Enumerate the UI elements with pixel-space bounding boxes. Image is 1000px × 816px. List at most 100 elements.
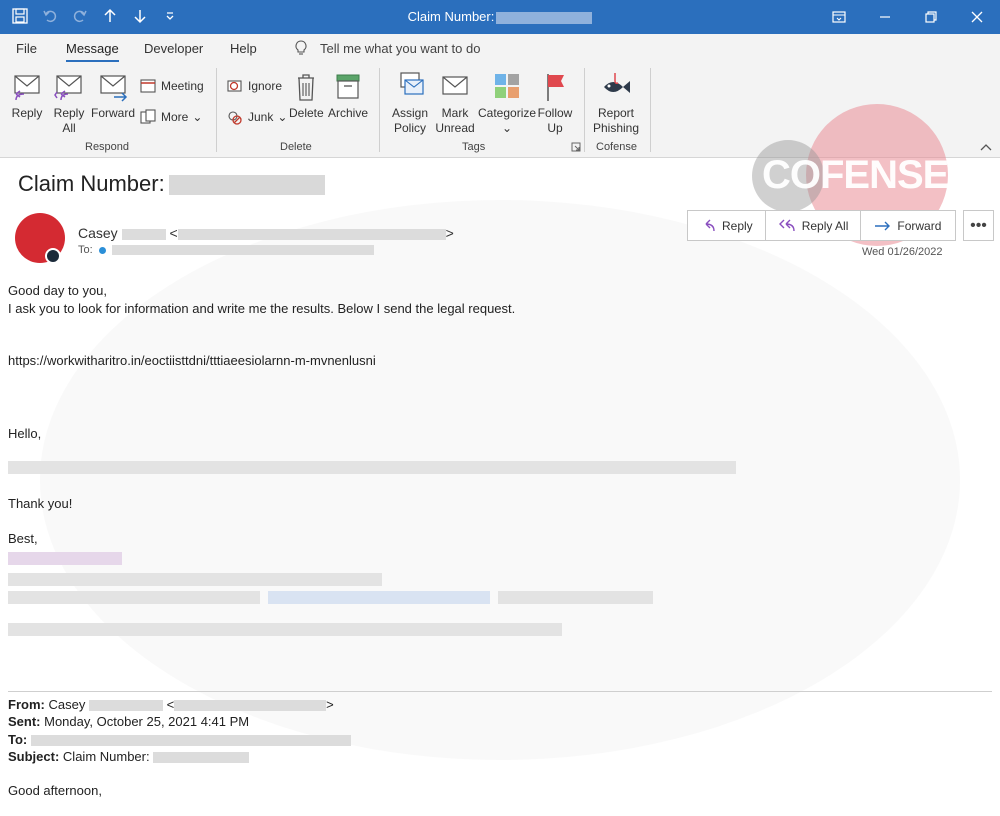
window-controls [816,0,1000,34]
to-line: To: [78,244,374,256]
forward-label: Forward [91,106,136,120]
restore-icon[interactable] [908,0,954,34]
redacted-text [496,11,593,24]
chevron-down-icon: ⌄ [192,110,203,124]
tab-file[interactable]: File [16,41,37,56]
archive-label: Archive [328,106,369,120]
from-label: From: [8,697,45,712]
sent-label: Sent: [8,714,41,729]
reply-all-arrow-icon [778,219,795,231]
more-icon [140,109,156,124]
forwarded-to: To: [8,732,351,747]
mark-unread-label: Mark Unread [435,106,475,135]
more-respond-button[interactable]: More ⌄ [139,108,202,126]
tab-developer[interactable]: Developer [144,41,203,56]
forwarded-from: From: Casey < > [8,697,334,712]
meeting-icon [140,79,156,93]
close-icon[interactable] [954,0,1000,34]
title-bar: Claim Number: [0,0,1000,34]
sent-value: Monday, October 25, 2021 4:41 PM [44,714,250,729]
separator [379,68,380,152]
redacted-signature-title [8,573,382,586]
follow-up-button[interactable]: Follow Up [537,70,573,136]
ribbon-display-icon[interactable] [816,0,862,34]
body-greeting: Good day to you, [8,283,108,298]
ignore-icon [227,80,242,92]
mark-unread-button[interactable]: Mark Unread [435,70,475,136]
chevron-down-icon: ⌄ [277,110,288,124]
header-forward-label: Forward [897,218,942,233]
tab-message[interactable]: Message [66,41,119,62]
redacted-signature-footer [8,623,562,636]
minimize-icon[interactable] [862,0,908,34]
fish-hook-icon [604,73,630,93]
forward-arrow-icon [875,221,891,230]
forward-button[interactable]: Forward [91,70,135,121]
reply-button[interactable]: Reply [10,70,44,121]
redacted-email [177,228,446,240]
separator [216,68,217,152]
group-label-cofense: Cofense [596,141,637,153]
header-reply-all-label: Reply All [801,218,849,233]
window-title-text: Claim Number: [407,9,495,24]
redacted-signature-contact [8,591,260,604]
forwarded-sent: Sent: Monday, October 25, 2021 4:41 PM [8,714,249,729]
to-label: To: [8,732,28,747]
header-reply-all-button[interactable]: Reply All [766,211,862,240]
sender-line[interactable]: Casey < > [78,225,454,241]
cofense-watermark-text: COFENSE [762,153,949,197]
body-thanks: Thank you! [8,496,73,511]
more-actions-button[interactable]: ••• [963,210,994,241]
presence-status-icon [45,248,61,264]
categorize-label: Categorize [478,106,537,120]
redacted-signature-phone [498,591,653,604]
mark-unread-icon [442,76,468,95]
message-actions: Reply Reply All Forward [687,210,957,241]
assign-policy-button[interactable]: Assign Policy [388,70,432,136]
body-url-link[interactable]: https://workwitharitro.in/eoctiisttdni/t… [8,353,376,368]
group-label-tags: Tags [462,141,486,153]
reply-all-button[interactable]: Reply All [52,70,86,136]
group-label-delete: Delete [280,141,312,153]
ignore-button[interactable]: Ignore [226,77,282,95]
message-date: Wed 01/26/2022 [862,246,943,258]
assign-policy-label: Assign Policy [391,106,429,135]
delete-button[interactable]: Delete [289,70,324,121]
forwarded-subject: Subject: Claim Number: [8,749,250,764]
meeting-button[interactable]: Meeting [139,77,204,95]
header-reply-button[interactable]: Reply [688,211,766,240]
subject-label: Subject: [8,749,60,764]
subject-text: Claim Number: [18,171,165,196]
tell-me-box[interactable]: Tell me what you want to do [294,40,480,56]
redacted-paragraph [8,461,736,474]
categorize-button[interactable]: Categorize ⌄ [478,70,536,136]
forward-divider [8,691,992,692]
redacted-recipient [30,735,351,747]
collapse-ribbon-icon[interactable] [980,142,992,152]
tab-help[interactable]: Help [230,41,257,56]
junk-icon [228,111,242,125]
chevron-down-icon: ⌄ [501,121,513,135]
junk-button[interactable]: Junk ⌄ [226,108,287,126]
follow-up-label: Follow Up [537,106,573,135]
separator [584,68,585,152]
body-hello: Hello, [8,426,42,441]
ribbon-tabs: File Message Developer Help Tell me what… [0,34,1000,62]
reply-all-label: Reply All [53,106,85,135]
body-signoff: Best, [8,531,38,546]
junk-label: Junk [248,110,274,124]
to-label: To: [78,244,93,256]
subject-value: Claim Number: [62,749,150,764]
archive-button[interactable]: Archive [328,70,368,121]
separator [650,68,651,152]
report-phishing-button[interactable]: Report Phishing [592,70,640,136]
trash-icon [298,74,315,101]
redacted-signature-name [8,552,122,565]
forwarded-greeting: Good afternoon, [8,783,102,798]
redacted-recipient [111,245,374,255]
reply-label: Reply [11,106,43,120]
header-forward-button[interactable]: Forward [861,211,955,240]
from-value: Casey [48,697,86,712]
redacted-text [121,228,166,240]
dialog-launcher-icon[interactable] [571,142,581,152]
